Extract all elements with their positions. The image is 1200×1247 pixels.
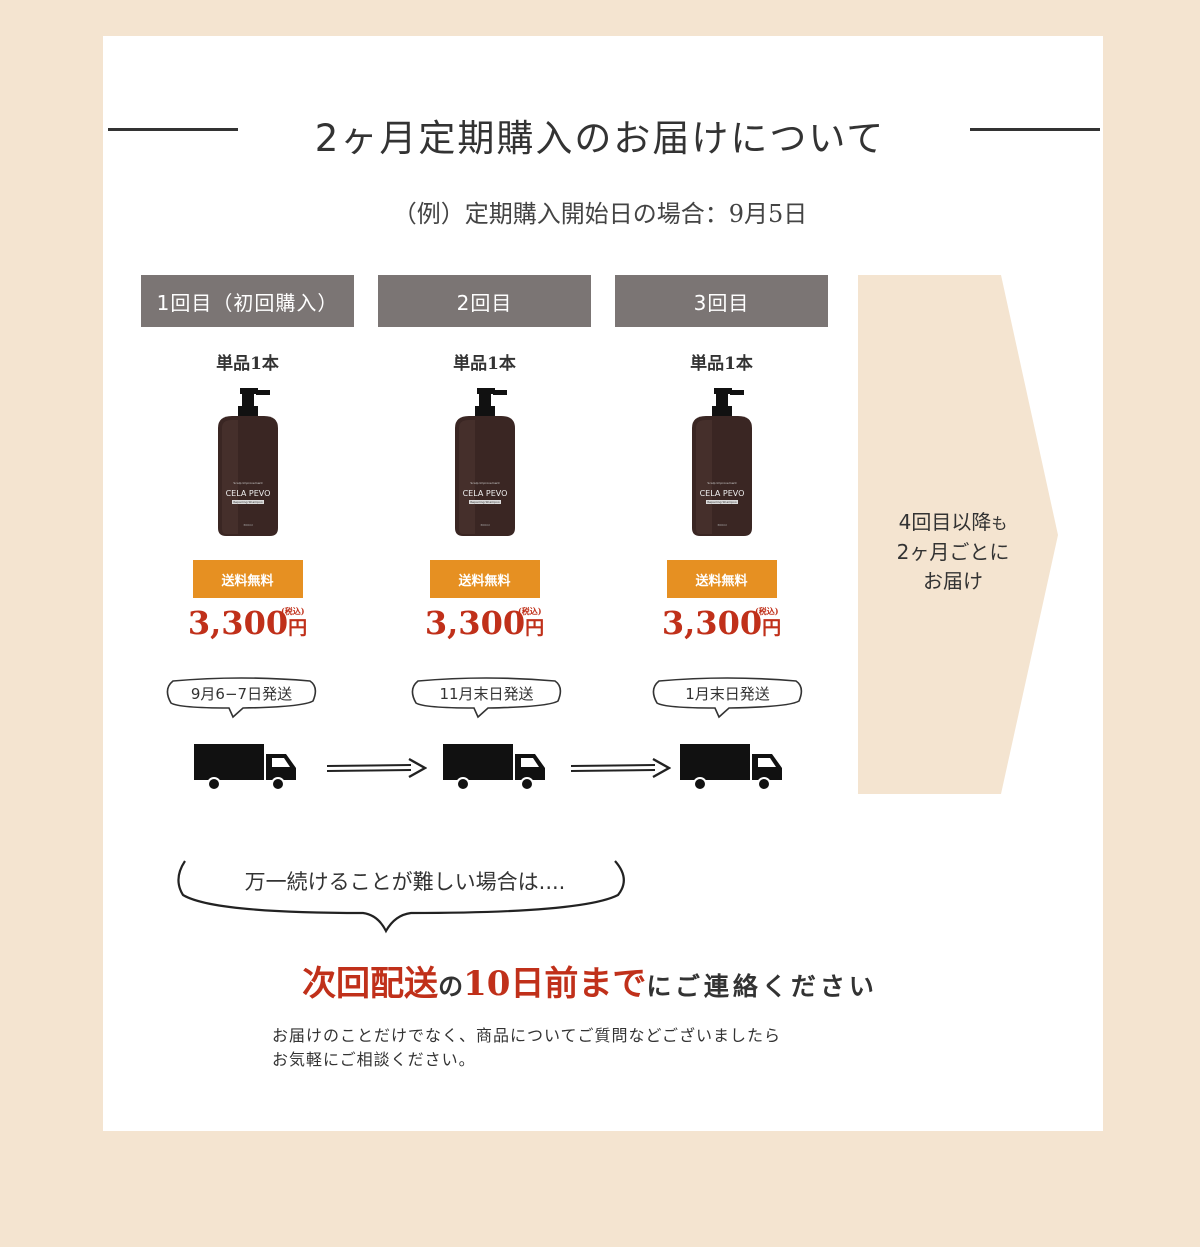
arrow-right-icon	[570, 757, 671, 779]
ship-date-text: 11月末日発送	[439, 684, 534, 703]
inquiry-note: お届けのことだけでなく、商品についてご質問などございましたら お気軽にご相談くだ…	[272, 1024, 781, 1072]
truck-icon	[443, 744, 545, 791]
quantity-label: 単品1本	[690, 354, 753, 374]
ship-date-text: 9月6−7日発送	[190, 684, 293, 703]
shampoo-bottle-image: Scalp Improvement CELA PEVO Repairing Sh…	[691, 388, 752, 536]
svg-text:Repairing Shampoo: Repairing Shampoo	[470, 500, 500, 504]
delivery-header: 3回目	[615, 275, 828, 327]
svg-text:Scalp Improvement: Scalp Improvement	[233, 481, 263, 485]
price-value: 3,300	[424, 604, 526, 642]
delivery-column-2: 2回目 単品1本 Scalp Improvement CELA PEVO Rep…	[378, 275, 591, 644]
continuation-text: 4回目以降も 2ヶ月ごとに お届け	[858, 508, 1048, 596]
ship-date-bubble-3: 1月末日発送	[649, 675, 806, 719]
tax-label: (税込)	[518, 606, 542, 616]
svg-text:Scalp Improvement: Scalp Improvement	[707, 481, 737, 485]
contact-cta: 次回配送の10日前までにご連絡ください	[0, 956, 1180, 1005]
quantity-label: 単品1本	[216, 354, 279, 374]
svg-text:CELA PEVO: CELA PEVO	[699, 489, 744, 498]
price: 3,300円 (税込)	[615, 604, 828, 644]
truck-icon	[680, 744, 782, 791]
arrow-right-icon	[326, 757, 427, 779]
inquiry-note-line2: お気軽にご相談ください。	[272, 1050, 476, 1069]
free-shipping-badge: 送料無料	[666, 560, 777, 598]
svg-text:Scalp Improvement: Scalp Improvement	[470, 481, 500, 485]
svg-text:CELA PEVO: CELA PEVO	[225, 489, 270, 498]
price: 3,300円 (税込)	[141, 604, 354, 644]
free-shipping-badge: 送料無料	[192, 560, 303, 598]
continuation-line3: お届け	[923, 569, 983, 593]
price-currency: 円	[288, 617, 308, 639]
page-title: 2ヶ月定期購入のお届けについて	[314, 117, 886, 160]
cta-particle: の	[438, 972, 464, 1001]
truck-icon	[194, 744, 296, 791]
svg-text:300ml: 300ml	[243, 523, 253, 527]
example-subtitle: （例）定期購入開始日の場合：9月5日	[392, 200, 808, 228]
delivery-header: 1回目（初回購入）	[141, 275, 354, 327]
price-value: 3,300	[661, 604, 763, 642]
shampoo-bottle-image: Scalp Improvement CELA PEVO Repairing Sh…	[454, 388, 515, 536]
ship-date-bubble-2: 11月末日発送	[408, 675, 565, 719]
ship-date-text: 1月末日発送	[685, 684, 770, 703]
price: 3,300円 (税込)	[378, 604, 591, 644]
continuation-particle: も	[991, 514, 1008, 533]
shampoo-bottle-image: Scalp Improvement CELA PEVO Repairing Sh…	[217, 388, 278, 536]
svg-text:300ml: 300ml	[480, 523, 490, 527]
free-shipping-badge: 送料無料	[429, 560, 540, 598]
continuation-line1: 4回目以降	[898, 510, 992, 534]
delivery-column-1: 1回目（初回購入） 単品1本 Scalp Improvement CELA PE…	[141, 275, 354, 644]
difficulty-note: 万一続けることが難しい場合は....	[244, 870, 566, 894]
price-currency: 円	[762, 617, 782, 639]
inquiry-note-line1: お届けのことだけでなく、商品についてご質問などございましたら	[272, 1026, 782, 1045]
price-value: 3,300	[187, 604, 289, 642]
tax-label: (税込)	[281, 606, 305, 616]
cta-deadline: 10日前まで	[463, 964, 647, 1004]
continuation-line2: 2ヶ月ごとに	[896, 540, 1010, 564]
price-currency: 円	[525, 617, 545, 639]
svg-text:CELA PEVO: CELA PEVO	[462, 489, 507, 498]
svg-text:300ml: 300ml	[717, 523, 727, 527]
delivery-column-3: 3回目 単品1本 Scalp Improvement CELA PEVO Rep…	[615, 275, 828, 644]
cta-next-delivery: 次回配送	[302, 964, 439, 1004]
cta-contact: にご連絡ください	[646, 972, 878, 1001]
svg-text:Repairing Shampoo: Repairing Shampoo	[707, 500, 737, 504]
ship-date-bubble-1: 9月6−7日発送	[163, 675, 320, 719]
tax-label: (税込)	[755, 606, 779, 616]
svg-text:Repairing Shampoo: Repairing Shampoo	[233, 500, 263, 504]
quantity-label: 単品1本	[453, 354, 516, 374]
delivery-header: 2回目	[378, 275, 591, 327]
